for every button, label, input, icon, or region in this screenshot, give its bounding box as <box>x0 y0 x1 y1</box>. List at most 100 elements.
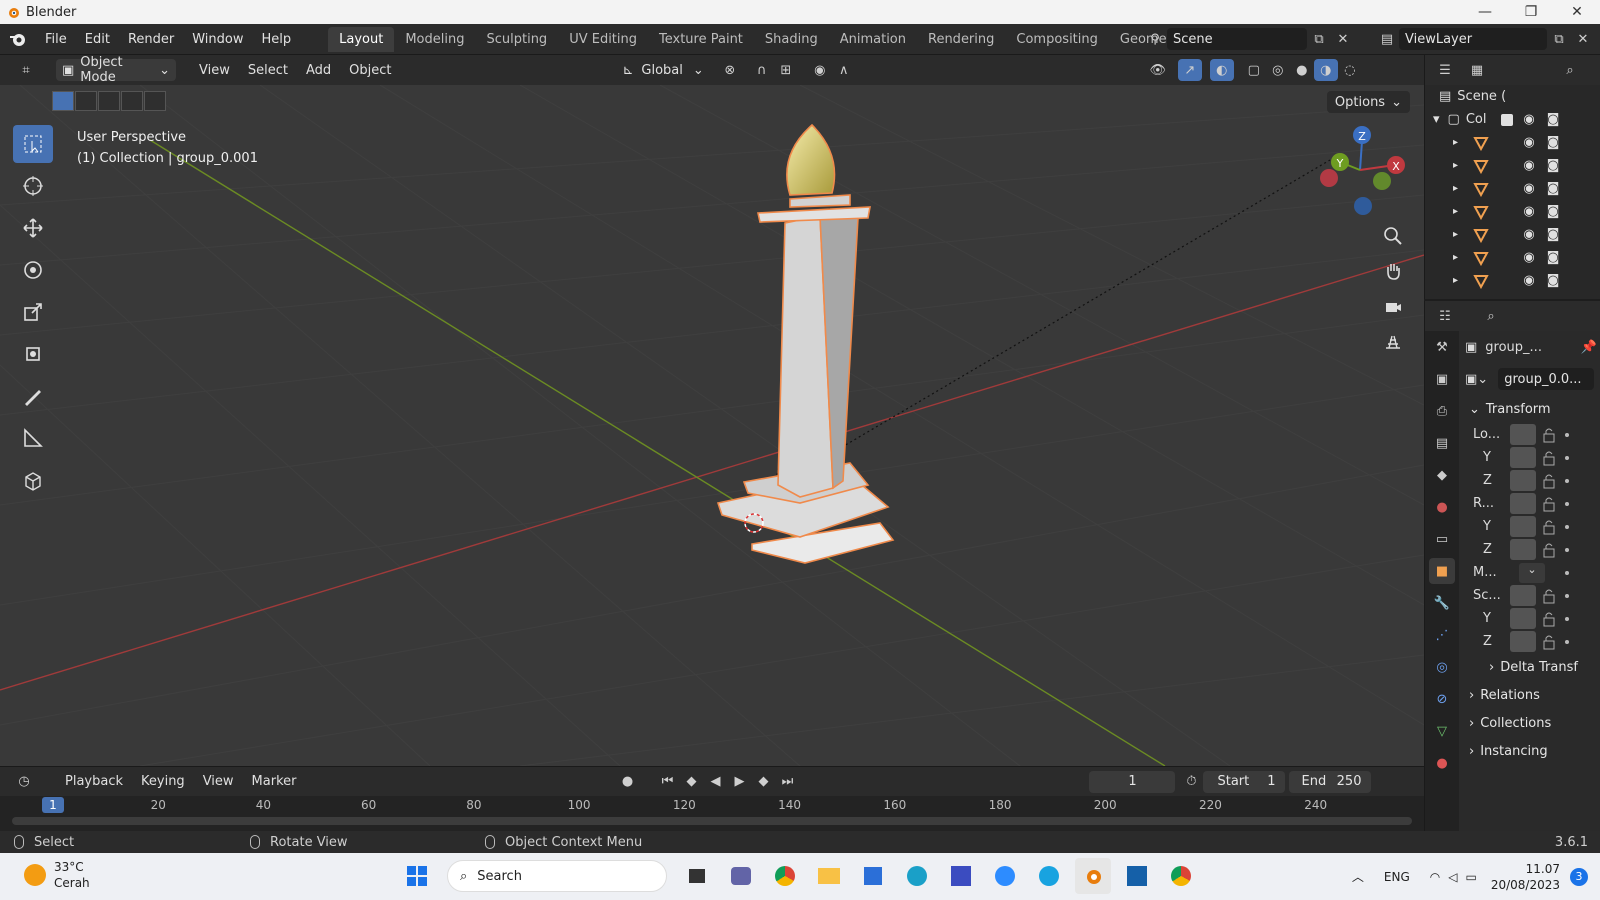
camera-icon[interactable]: ◙ <box>1545 135 1561 151</box>
object-datablock-icon[interactable]: ▣⌄ <box>1465 372 1488 387</box>
material-tab-icon[interactable]: ● <box>1429 750 1455 776</box>
keyframe-dot-icon[interactable] <box>1565 478 1569 483</box>
eye-icon[interactable]: ◉ <box>1521 204 1537 220</box>
keyframe-dot-icon[interactable] <box>1565 547 1569 552</box>
lock-icon[interactable] <box>1541 542 1557 558</box>
menu-edit[interactable]: Edit <box>76 32 119 47</box>
rendered-shading-icon[interactable]: ◌ <box>1338 59 1362 81</box>
expand-arrow-icon[interactable]: ▸ <box>1453 137 1458 148</box>
object-tab-icon[interactable]: ■ <box>1429 558 1455 584</box>
expand-arrow-icon[interactable]: ▸ <box>1453 206 1458 217</box>
transform-rotation-x-field[interactable] <box>1510 493 1536 514</box>
pan-hand-icon[interactable] <box>1378 255 1408 287</box>
clock[interactable]: 11.07 20/08/2023 <box>1491 861 1560 893</box>
collections-header[interactable]: › Collections <box>1461 709 1600 737</box>
volume-icon[interactable]: ◁ <box>1448 870 1457 884</box>
3d-viewport[interactable]: Z X Y User Perspective (1) Collection | … <box>0 85 1424 766</box>
store-icon[interactable] <box>855 858 891 894</box>
lock-icon[interactable] <box>1541 473 1557 489</box>
display-mode-icon[interactable]: ▦ <box>1465 59 1489 81</box>
view-layer-selector[interactable]: ▤ ViewLayer ⧉ ✕ <box>1375 27 1595 51</box>
menu-view[interactable]: View <box>190 63 239 78</box>
menu-timeline-view[interactable]: View <box>194 774 243 789</box>
start-frame-field[interactable]: Start 1 <box>1203 770 1286 793</box>
cursor-tool[interactable] <box>13 167 53 205</box>
transform-scale-y-field[interactable] <box>1510 608 1536 629</box>
minimize-button[interactable]: — <box>1462 0 1508 24</box>
menu-add[interactable]: Add <box>297 63 340 78</box>
menu-marker[interactable]: Marker <box>243 774 306 789</box>
chat-icon[interactable] <box>723 858 759 894</box>
keyframe-dot-icon[interactable] <box>1565 639 1569 644</box>
transform-rotation-z-field[interactable] <box>1510 539 1536 560</box>
select-subtract-button[interactable] <box>98 91 120 111</box>
menu-render[interactable]: Render <box>119 32 183 47</box>
outliner-collection-row[interactable]: ▾ ▢ Col ◉ ◙ <box>1425 108 1600 131</box>
select-new-button[interactable] <box>52 91 74 111</box>
tab-sculpting[interactable]: Sculpting <box>475 27 558 52</box>
properties-editor-type-icon[interactable]: ☷ <box>1433 305 1457 327</box>
tool-tab-icon[interactable]: ⚒ <box>1429 334 1455 360</box>
tab-shading[interactable]: Shading <box>754 27 829 52</box>
zoom-app-icon[interactable] <box>987 858 1023 894</box>
transform-rotation-y-field[interactable] <box>1510 516 1536 537</box>
visibility-icon[interactable]: 👁 <box>1146 59 1170 81</box>
new-view-layer-icon[interactable]: ⧉ <box>1547 28 1571 50</box>
record-icon[interactable]: ● <box>615 771 639 793</box>
add-cube-tool[interactable] <box>13 461 53 499</box>
transform-location-z-field[interactable] <box>1510 470 1536 491</box>
jump-end-icon[interactable]: ⏭ <box>775 771 799 793</box>
outliner-object-row[interactable]: ▸ ◉ ◙ <box>1425 200 1600 223</box>
menu-playback[interactable]: Playback <box>56 774 132 789</box>
timeline-scrollbar[interactable] <box>12 817 1412 825</box>
current-frame-field[interactable]: 1 <box>1089 770 1176 793</box>
pin-icon[interactable]: 📌 <box>1581 340 1597 355</box>
xray-icon[interactable]: ▢ <box>1242 59 1266 81</box>
transform-location-x-field[interactable] <box>1510 424 1536 445</box>
outliner-editor-type-icon[interactable]: ☰ <box>1433 59 1457 81</box>
outliner-object-row[interactable]: ▸ ◉ ◙ <box>1425 223 1600 246</box>
transform-location-y-field[interactable] <box>1510 447 1536 468</box>
collection-tab-icon[interactable]: ▭ <box>1429 526 1455 552</box>
transform-tool[interactable] <box>13 335 53 373</box>
menu-keying[interactable]: Keying <box>132 774 194 789</box>
eye-icon[interactable]: ◉ <box>1521 250 1537 266</box>
rotation-mode-dropdown[interactable]: ⌄ <box>1519 562 1545 583</box>
keyframe-dot-icon[interactable] <box>1565 616 1569 621</box>
menu-select[interactable]: Select <box>239 63 297 78</box>
timeline-editor-type-icon[interactable]: ◷ <box>12 771 36 793</box>
scale-tool[interactable] <box>13 293 53 331</box>
transform-scale-x-field[interactable] <box>1510 585 1536 606</box>
weather-widget[interactable]: 33°C Cerah <box>24 859 90 891</box>
transform-panel-header[interactable]: ⌄ Transform <box>1461 395 1600 423</box>
camera-icon[interactable]: ◙ <box>1545 204 1561 220</box>
lock-icon[interactable] <box>1541 588 1557 604</box>
frame-ruler[interactable]: 1 20 40 60 80 100 120 140 160 180 200 220 240 <box>0 796 1424 814</box>
overlay-toggle-icon[interactable]: ◐ <box>1209 59 1234 81</box>
app-icon-blue[interactable] <box>943 858 979 894</box>
tab-modeling[interactable]: Modeling <box>394 27 475 52</box>
expand-arrow-icon[interactable]: ▸ <box>1453 183 1458 194</box>
blender-taskbar-icon[interactable] <box>1075 858 1111 894</box>
zoom-icon[interactable] <box>1378 220 1408 252</box>
expand-arrow-icon[interactable]: ▸ <box>1453 275 1458 286</box>
lock-icon[interactable] <box>1541 427 1557 443</box>
mode-dropdown[interactable]: ▣ Object Mode ⌄ <box>56 55 176 85</box>
keyframe-dot-icon[interactable] <box>1565 432 1569 437</box>
eye-icon[interactable]: ◉ <box>1521 273 1537 289</box>
camera-view-icon[interactable] <box>1378 290 1408 322</box>
tab-texture-paint[interactable]: Texture Paint <box>648 27 754 52</box>
options-dropdown[interactable]: Options ⌄ <box>1326 91 1410 113</box>
jump-start-icon[interactable]: ⏮ <box>655 771 679 793</box>
taskbar-search[interactable]: ⌕ Search <box>447 860 667 892</box>
scene-name-field[interactable]: Scene <box>1167 28 1307 50</box>
eye-icon[interactable]: ◉ <box>1521 112 1537 128</box>
scene-tab-icon[interactable]: ◆ <box>1429 462 1455 488</box>
menu-help[interactable]: Help <box>253 32 301 47</box>
windows-start-icon[interactable] <box>399 858 435 894</box>
snap-icon[interactable]: ∩ <box>750 59 774 81</box>
chrome-profile-icon[interactable] <box>1163 858 1199 894</box>
camera-icon[interactable]: ◙ <box>1545 158 1561 174</box>
tab-compositing[interactable]: Compositing <box>1005 27 1109 52</box>
menu-file[interactable]: File <box>36 32 76 47</box>
